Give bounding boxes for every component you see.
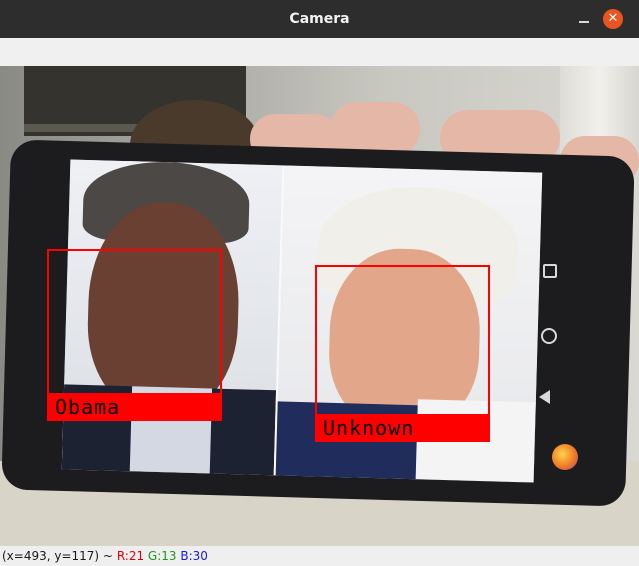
toolbar xyxy=(0,38,639,67)
minimize-icon[interactable] xyxy=(574,9,594,29)
status-bar: (x=493, y=117) ~ R:21 G:13 B:30 xyxy=(0,546,639,566)
nav-home-icon xyxy=(541,328,557,344)
detection-label-1: Obama xyxy=(47,393,222,421)
title-bar: Camera ✕ xyxy=(0,0,639,38)
pixel-green-value: G:13 xyxy=(147,549,177,563)
camera-view[interactable]: Obama Unknown xyxy=(0,66,639,546)
pixel-red-value: R:21 xyxy=(116,549,145,563)
detection-label-2: Unknown xyxy=(315,414,490,442)
close-icon[interactable]: ✕ xyxy=(603,9,623,29)
pixel-blue-value: B:30 xyxy=(180,549,208,563)
nav-back-icon xyxy=(539,390,550,404)
nav-recents-icon xyxy=(543,264,557,278)
window-title: Camera xyxy=(289,11,350,27)
cursor-coords: (x=493, y=117) ~ xyxy=(2,549,113,563)
firefox-icon xyxy=(552,444,578,470)
